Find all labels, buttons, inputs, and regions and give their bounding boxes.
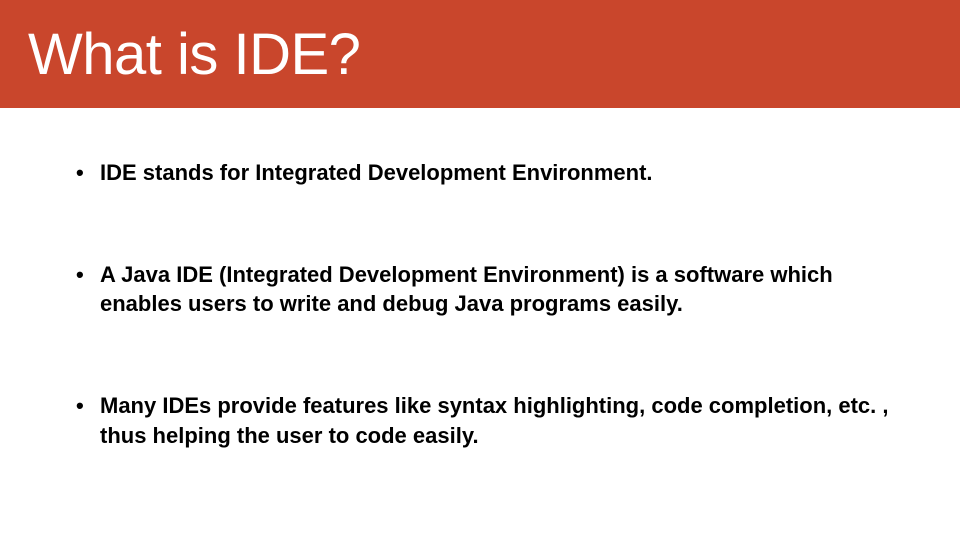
list-item: Many IDEs provide features like syntax h… bbox=[70, 391, 900, 450]
slide-body: IDE stands for Integrated Development En… bbox=[0, 108, 960, 450]
slide-title: What is IDE? bbox=[28, 21, 360, 88]
bullet-list: IDE stands for Integrated Development En… bbox=[70, 158, 900, 450]
title-band: What is IDE? bbox=[0, 0, 960, 108]
list-item: A Java IDE (Integrated Development Envir… bbox=[70, 260, 900, 319]
list-item: IDE stands for Integrated Development En… bbox=[70, 158, 900, 188]
